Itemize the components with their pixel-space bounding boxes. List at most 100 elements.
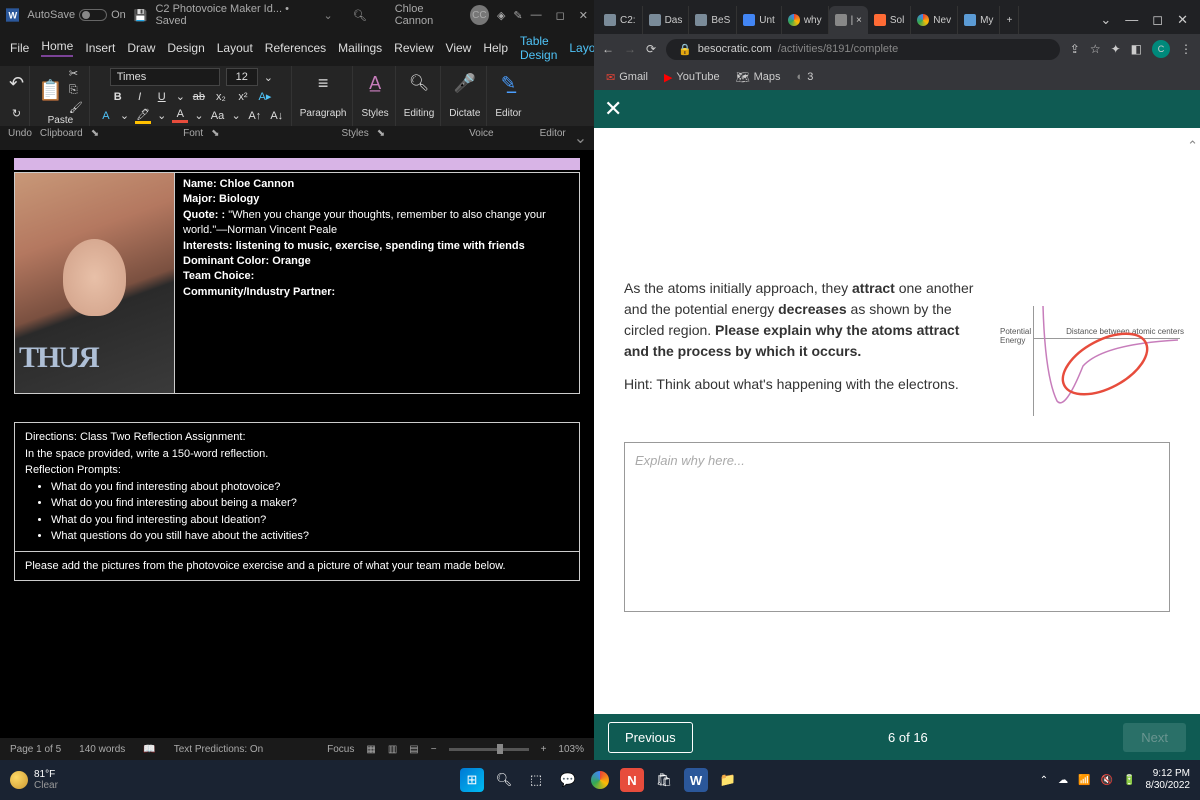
task-view-icon[interactable]: ⬚	[524, 768, 548, 792]
spellcheck-icon[interactable]: 📖	[143, 744, 155, 755]
tab-insert[interactable]: Insert	[85, 41, 115, 55]
minimize-icon[interactable]: —	[1125, 12, 1138, 28]
browser-tab[interactable]: | ×	[829, 6, 868, 34]
scroll-up-icon[interactable]: ⌃	[1187, 138, 1198, 154]
tab-layout[interactable]: Layout	[217, 41, 253, 55]
cut-icon[interactable]: ✂	[69, 67, 83, 80]
tab-home[interactable]: Home	[41, 39, 73, 57]
browser-tab[interactable]: Unt	[737, 6, 782, 34]
italic-button[interactable]: I	[132, 91, 148, 103]
tab-table-design[interactable]: Table Design	[520, 34, 557, 62]
read-mode-icon[interactable]: ▦	[366, 744, 375, 755]
zoom-slider[interactable]	[449, 748, 529, 751]
store-icon[interactable]: 🛍	[652, 768, 676, 792]
volume-icon[interactable]: 🔇	[1101, 775, 1113, 786]
maximize-icon[interactable]: ◻	[556, 9, 565, 22]
zoom-in-icon[interactable]: +	[541, 744, 547, 755]
highlight-icon[interactable]: A	[98, 110, 114, 122]
tab-file[interactable]: File	[10, 41, 29, 55]
browser-tab[interactable]: why	[782, 6, 829, 34]
font-name-select[interactable]: Times	[110, 68, 220, 86]
redo-icon[interactable]: ↻	[12, 107, 21, 120]
bookmark-gmail[interactable]: ✉Gmail	[606, 71, 648, 84]
tab-references[interactable]: References	[265, 41, 326, 55]
browser-tab[interactable]: Nev	[911, 6, 958, 34]
bookmark-youtube[interactable]: ▶YouTube	[664, 71, 720, 84]
browser-tab[interactable]: BeS	[689, 6, 737, 34]
diamond-icon[interactable]: ◈	[497, 9, 505, 22]
back-button[interactable]: ←	[602, 42, 614, 56]
next-button[interactable]: Next	[1123, 723, 1186, 752]
page-indicator[interactable]: Page 1 of 5	[10, 744, 61, 755]
tab-draw[interactable]: Draw	[127, 41, 155, 55]
sidepanel-icon[interactable]: ◧	[1131, 42, 1142, 56]
paragraph-icon[interactable]: ≡	[318, 73, 329, 94]
document-canvas[interactable]: RUHT Name: Chloe Cannon Major: Biology Q…	[0, 150, 594, 738]
explorer-icon[interactable]: 📁	[716, 768, 740, 792]
text-effects-icon[interactable]: A▸	[257, 90, 273, 103]
paste-icon[interactable]: 📋	[38, 78, 63, 103]
undo-icon[interactable]: ↶	[9, 73, 24, 94]
autosave-toggle[interactable]: AutoSaveOn	[27, 9, 125, 21]
mic-icon[interactable]: 🎤	[454, 73, 476, 94]
pen-icon[interactable]: ✎	[513, 9, 522, 22]
netflix-icon[interactable]: N	[620, 768, 644, 792]
star-icon[interactable]: ☆	[1090, 42, 1101, 56]
chat-icon[interactable]: 💬	[556, 768, 580, 792]
underline-button[interactable]: U	[154, 91, 170, 103]
subscript-button[interactable]: x₂	[213, 91, 229, 103]
find-icon[interactable]: 🔍︎	[409, 73, 429, 93]
bookmark-maps[interactable]: 🗺Maps	[736, 71, 781, 84]
previous-button[interactable]: Previous	[608, 722, 693, 753]
editor-icon[interactable]: ✎̲	[501, 73, 516, 94]
browser-tab[interactable]: C2:	[598, 6, 643, 34]
tab-design[interactable]: Design	[167, 41, 204, 55]
font-size-select[interactable]: 12	[226, 68, 258, 86]
superscript-button[interactable]: x²	[235, 91, 251, 103]
menu-icon[interactable]: ⋮	[1180, 42, 1192, 56]
start-button[interactable]: ⊞	[460, 768, 484, 792]
chrome-taskbar-icon[interactable]	[588, 768, 612, 792]
close-icon[interactable]: ✕	[1177, 12, 1188, 28]
tab-mailings[interactable]: Mailings	[338, 41, 382, 55]
copy-icon[interactable]: ⎘	[69, 84, 83, 97]
zoom-level[interactable]: 103%	[558, 744, 584, 755]
search-taskbar-icon[interactable]: 🔍︎	[492, 768, 516, 792]
focus-button[interactable]: Focus	[327, 744, 354, 755]
new-tab-button[interactable]: +	[1000, 6, 1019, 34]
browser-tab[interactable]: Das	[643, 6, 690, 34]
search-icon[interactable]: 🔍︎	[353, 9, 367, 22]
strike-button[interactable]: ab	[191, 91, 207, 103]
print-layout-icon[interactable]: ▥	[388, 744, 397, 755]
user-avatar[interactable]: CC	[470, 5, 489, 25]
shrink-font-icon[interactable]: A↓	[269, 110, 285, 122]
battery-icon[interactable]: 🔋	[1123, 775, 1135, 786]
browser-tab[interactable]: Sol	[868, 6, 911, 34]
onedrive-icon[interactable]: ☁	[1058, 775, 1068, 786]
web-layout-icon[interactable]: ▤	[409, 744, 418, 755]
bookmark-3[interactable]: ◐3	[797, 71, 814, 83]
text-predictions[interactable]: Text Predictions: On	[174, 744, 263, 755]
word-count[interactable]: 140 words	[79, 744, 125, 755]
chevron-down-icon[interactable]: ⌄	[1100, 12, 1111, 28]
tray-chevron-icon[interactable]: ⌃	[1040, 775, 1048, 786]
word-taskbar-icon[interactable]: W	[684, 768, 708, 792]
font-color-icon[interactable]: 🖊	[135, 108, 151, 124]
wifi-icon[interactable]: 📶	[1078, 775, 1090, 786]
collapse-ribbon-icon[interactable]: ⌄	[574, 128, 587, 148]
case-button[interactable]: Aa	[210, 110, 226, 122]
profile-icon[interactable]: C	[1152, 40, 1170, 58]
maximize-icon[interactable]: ◻	[1152, 12, 1163, 28]
answer-textarea[interactable]: Explain why here...	[624, 442, 1170, 612]
minimize-icon[interactable]: —	[531, 9, 542, 22]
grow-font-icon[interactable]: A↑	[247, 110, 263, 122]
extensions-icon[interactable]: ✦	[1111, 42, 1121, 56]
close-activity-icon[interactable]: ✕	[604, 96, 622, 122]
bold-button[interactable]: B	[110, 91, 126, 103]
doc-title[interactable]: C2 Photovoice Maker Id... • Saved	[155, 3, 315, 27]
tab-view[interactable]: View	[446, 41, 472, 55]
clock[interactable]: 9:12 PM8/30/2022	[1146, 768, 1191, 792]
tab-review[interactable]: Review	[394, 41, 433, 55]
reload-button[interactable]: ⟳	[646, 42, 656, 56]
tab-help[interactable]: Help	[483, 41, 508, 55]
